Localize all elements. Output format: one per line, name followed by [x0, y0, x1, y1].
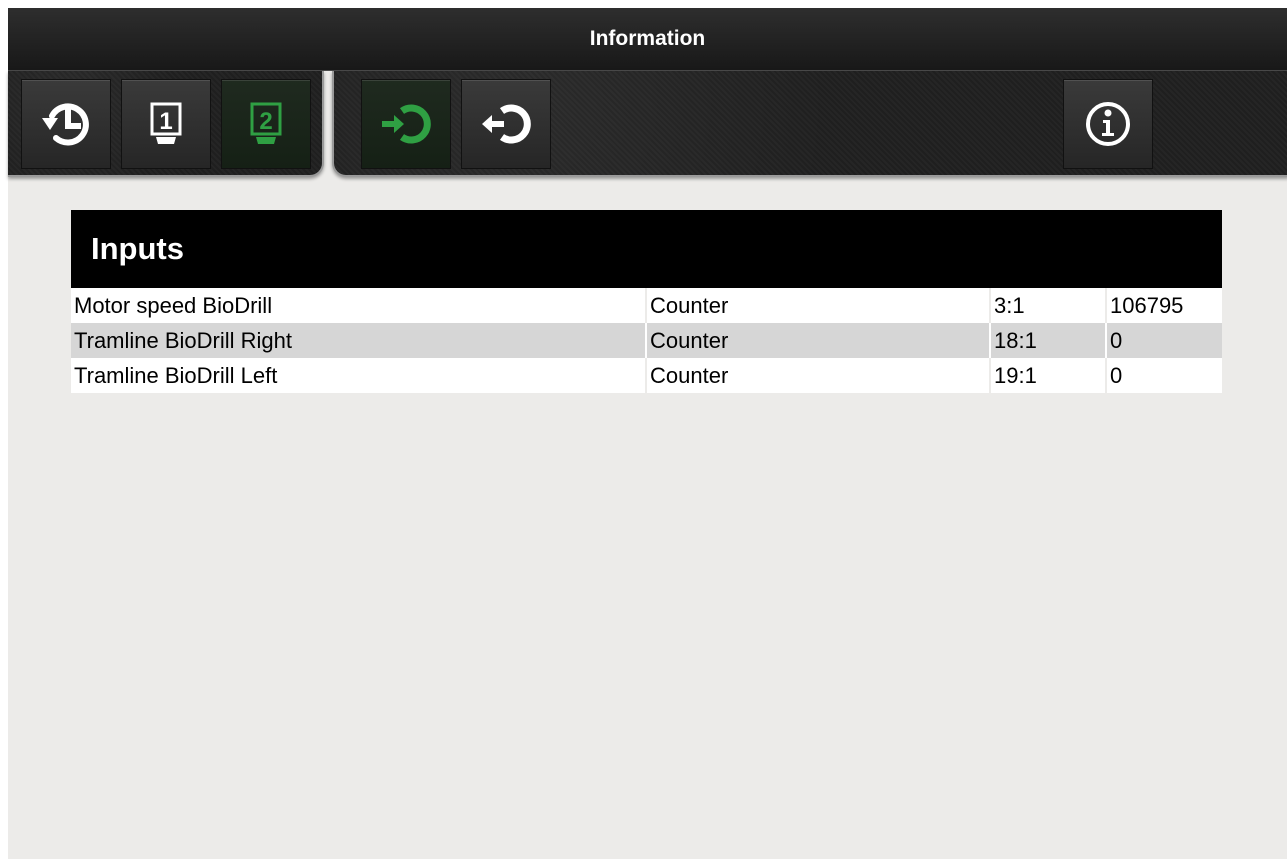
input-address-cell: 19:1 [989, 358, 1103, 393]
app-frame: Information 1 2 Inputs Motor speed BioDr… [8, 8, 1287, 859]
input-value-cell: 106795 [1105, 288, 1222, 323]
outputs-button[interactable] [461, 79, 551, 169]
toolbar-left-panel: 1 2 [8, 71, 324, 177]
input-type-cell: Counter [645, 288, 987, 323]
inputs-button[interactable] [361, 79, 451, 169]
input-icon [376, 99, 436, 149]
input-name-cell: Tramline BioDrill Left [74, 363, 278, 388]
toolbar: 1 2 [8, 71, 1287, 182]
input-address-cell: 3:1 [989, 288, 1103, 323]
terminal-2-label: 2 [259, 108, 272, 135]
output-icon [476, 99, 536, 149]
terminal-2-icon: 2 [246, 100, 286, 148]
input-value-cell: 0 [1105, 323, 1222, 358]
toolbar-right-panel [332, 71, 1287, 177]
input-value-cell: 0 [1105, 358, 1222, 393]
window-title: Information [8, 8, 1287, 71]
input-type-cell: Counter [645, 323, 987, 358]
terminal-2-button[interactable]: 2 [221, 79, 311, 169]
input-type-cell: Counter [645, 358, 987, 393]
input-address-cell: 18:1 [989, 323, 1103, 358]
history-icon [38, 96, 94, 152]
terminal-1-icon: 1 [146, 100, 186, 148]
table-row: Motor speed BioDrill Counter 3:1 106795 [71, 288, 1222, 323]
table-row: Tramline BioDrill Left Counter 19:1 0 [71, 358, 1222, 393]
history-button[interactable] [21, 79, 111, 169]
info-button[interactable] [1063, 79, 1153, 169]
terminal-1-button[interactable]: 1 [121, 79, 211, 169]
inputs-table-title: Inputs [71, 210, 1222, 288]
terminal-1-label: 1 [159, 108, 172, 135]
input-name-cell: Motor speed BioDrill [74, 293, 273, 318]
info-icon [1083, 99, 1133, 149]
inputs-table: Inputs Motor speed BioDrill Counter 3:1 … [71, 210, 1222, 393]
table-row: Tramline BioDrill Right Counter 18:1 0 [71, 323, 1222, 358]
input-name-cell: Tramline BioDrill Right [74, 328, 293, 353]
